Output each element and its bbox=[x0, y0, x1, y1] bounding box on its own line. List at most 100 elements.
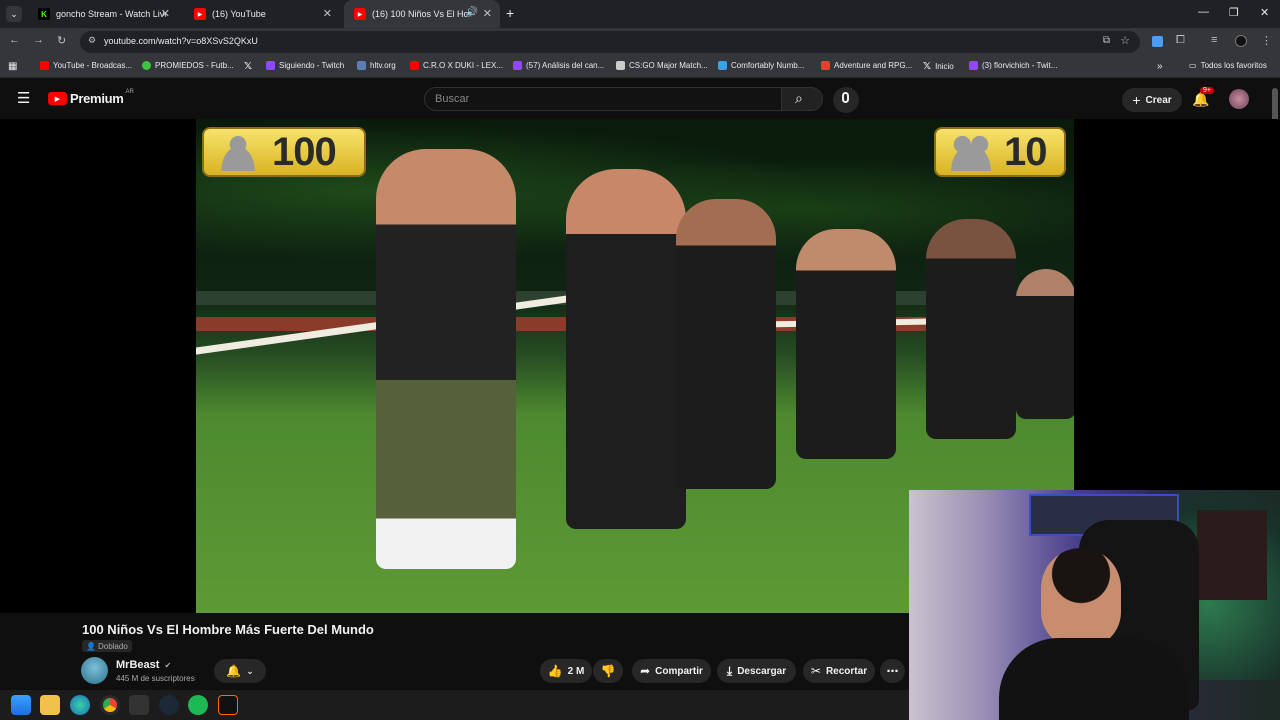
bookmark-item[interactable]: YouTube - Broadcas... bbox=[40, 61, 132, 70]
tab-search-button[interactable]: ⌄ bbox=[6, 6, 22, 22]
create-button[interactable]: + Crear bbox=[1122, 88, 1182, 112]
team-count-badge-left: 100 bbox=[202, 127, 366, 177]
bookmark-item[interactable]: CS:GO Major Match... bbox=[616, 61, 708, 70]
back-icon[interactable]: ← bbox=[9, 34, 20, 46]
bookmark-item[interactable]: PROMIEDOS - Futb... bbox=[142, 61, 234, 70]
strongman-figure bbox=[376, 149, 516, 569]
streamer-head bbox=[1041, 548, 1121, 648]
search-button[interactable]: ⌕ bbox=[781, 87, 823, 111]
game-icon bbox=[821, 61, 830, 70]
app-icon[interactable] bbox=[218, 695, 238, 715]
browser-toolbar: ← → ↻ ⚙ youtube.com/watch?v=o8XSvS2QKxU … bbox=[0, 28, 1280, 56]
obs-app-icon[interactable] bbox=[129, 695, 149, 715]
strongman-figure bbox=[566, 169, 686, 529]
chevron-down-icon: ⌄ bbox=[246, 665, 254, 676]
hamburger-menu-icon[interactable]: ☰ bbox=[17, 89, 30, 107]
download-button[interactable]: ⤓ Descargar bbox=[717, 659, 796, 683]
close-icon[interactable]: ✕ bbox=[323, 7, 332, 20]
media-control-icon[interactable]: ≡ bbox=[1211, 34, 1217, 46]
bookmark-item-x[interactable]: 𝕏 bbox=[244, 61, 252, 72]
windows-taskbar bbox=[0, 690, 909, 720]
video-letterbox bbox=[1074, 119, 1280, 491]
apps-grid-icon[interactable]: ▦ bbox=[8, 61, 17, 72]
tab-youtube[interactable]: ▶ (16) YouTube ✕ bbox=[184, 0, 340, 28]
share-icon: ➦ bbox=[640, 664, 651, 678]
search-input[interactable]: Buscar bbox=[424, 87, 782, 111]
video-letterbox bbox=[0, 119, 196, 613]
person-icon: 👤 bbox=[86, 641, 96, 651]
bookmark-label: Siguiendo - Twitch bbox=[279, 61, 345, 70]
all-bookmarks-folder[interactable]: ▭ Todos los favoritos bbox=[1189, 61, 1267, 70]
windows-start-icon[interactable] bbox=[11, 695, 31, 715]
bookmarks-overflow-icon[interactable]: » bbox=[1157, 61, 1163, 72]
youtube-icon: ▶ bbox=[194, 8, 206, 20]
dislike-button[interactable]: 👎 bbox=[593, 659, 623, 683]
edge-icon[interactable] bbox=[70, 695, 90, 715]
install-icon[interactable]: ⧉ bbox=[1103, 35, 1110, 46]
menu-kebab-icon[interactable]: ⋮ bbox=[1261, 34, 1272, 47]
address-bar[interactable]: ⚙ youtube.com/watch?v=o8XSvS2QKxU ⧉ ☆ bbox=[80, 31, 1140, 53]
close-icon[interactable]: ✕ bbox=[161, 7, 170, 20]
thumbs-down-icon: 👎 bbox=[600, 664, 616, 678]
bookmark-star-icon[interactable]: ☆ bbox=[1120, 34, 1130, 47]
badge-count: 100 bbox=[272, 129, 337, 174]
chrome-icon[interactable] bbox=[100, 695, 120, 715]
reload-icon[interactable]: ↻ bbox=[57, 34, 66, 47]
minimize-icon[interactable]: — bbox=[1198, 6, 1209, 18]
youtube-icon: ▶ bbox=[354, 8, 366, 20]
tab-goncho-stream[interactable]: K goncho Stream - Watch Live on ✕ bbox=[28, 0, 178, 28]
restore-icon[interactable]: ❐ bbox=[1229, 6, 1239, 19]
share-label: Compartir bbox=[655, 665, 703, 677]
x-icon: 𝕏 bbox=[244, 61, 253, 72]
steam-icon[interactable] bbox=[159, 695, 179, 715]
url-text[interactable]: youtube.com/watch?v=o8XSvS2QKxU bbox=[104, 36, 258, 46]
bookmark-label: hltv.org bbox=[370, 61, 396, 70]
bookmark-item[interactable]: hltv.org bbox=[357, 61, 396, 70]
profile-icon[interactable] bbox=[1235, 35, 1247, 47]
extension-icon[interactable] bbox=[1152, 36, 1163, 47]
bookmark-item[interactable]: Comfortably Numb... bbox=[718, 61, 804, 70]
forward-icon[interactable]: → bbox=[33, 34, 44, 46]
extensions-puzzle-icon[interactable]: ⧠ bbox=[1176, 34, 1185, 47]
subscription-bell-button[interactable]: 🔔 ⌄ bbox=[214, 659, 266, 683]
notifications-button[interactable]: 🔔 9+ bbox=[1192, 87, 1214, 109]
youtube-premium-logo[interactable]: ▶ Premium AR bbox=[48, 89, 134, 106]
share-button[interactable]: ➦ Compartir bbox=[632, 659, 711, 683]
channel-name[interactable]: MrBeast ✔ bbox=[116, 659, 171, 671]
clip-button[interactable]: ✂ Recortar bbox=[803, 659, 875, 683]
channel-name-text: MrBeast bbox=[116, 659, 160, 671]
bookmark-label: C.R.O X DUKI - LEX... bbox=[423, 61, 504, 70]
file-explorer-icon[interactable] bbox=[40, 695, 60, 715]
translate-icon bbox=[718, 61, 727, 70]
bookmark-label: CS:GO Major Match... bbox=[629, 61, 708, 70]
bookmark-item[interactable]: C.R.O X DUKI - LEX... bbox=[410, 61, 503, 70]
bookmark-label: Comfortably Numb... bbox=[731, 61, 805, 70]
tab-title: (16) 100 Niños Vs El Hombr bbox=[372, 9, 472, 19]
bookmark-item[interactable]: 𝕏 Inicio bbox=[923, 61, 954, 72]
download-icon: ⤓ bbox=[726, 663, 733, 678]
more-actions-button[interactable]: ⋯ bbox=[880, 659, 905, 683]
window-close-icon[interactable]: ✕ bbox=[1260, 6, 1269, 19]
scissors-icon: ✂ bbox=[810, 664, 821, 678]
spotify-icon[interactable] bbox=[188, 695, 208, 715]
bookmark-item[interactable]: Siguiendo - Twitch bbox=[266, 61, 344, 70]
voice-search-button[interactable] bbox=[833, 87, 859, 113]
bookmark-label: YouTube - Broadcas... bbox=[53, 61, 133, 70]
bookmark-item[interactable]: (57) Análisis del can... bbox=[513, 61, 604, 70]
channel-avatar[interactable] bbox=[81, 657, 108, 684]
twitch-icon bbox=[266, 61, 275, 70]
search-icon: ⌕ bbox=[795, 90, 803, 106]
close-icon[interactable]: ✕ bbox=[483, 7, 492, 20]
tab-video-active[interactable]: ▶ (16) 100 Niños Vs El Hombr 🔊 ✕ bbox=[344, 0, 500, 28]
speaker-icon[interactable]: 🔊 bbox=[466, 7, 478, 18]
bookmark-item[interactable]: (3) florvichich - Twit... bbox=[969, 61, 1057, 70]
bookmark-item[interactable]: Adventure and RPG... bbox=[821, 61, 912, 70]
site-info-icon[interactable]: ⚙ bbox=[88, 35, 96, 46]
like-button[interactable]: 👍 2 M bbox=[540, 659, 592, 683]
twitch-icon bbox=[969, 61, 978, 70]
twitch-icon bbox=[513, 61, 522, 70]
wall-poster bbox=[1197, 510, 1267, 600]
x-icon: 𝕏 bbox=[923, 61, 932, 72]
new-tab-button[interactable]: + bbox=[506, 5, 514, 21]
avatar[interactable] bbox=[1229, 89, 1249, 109]
